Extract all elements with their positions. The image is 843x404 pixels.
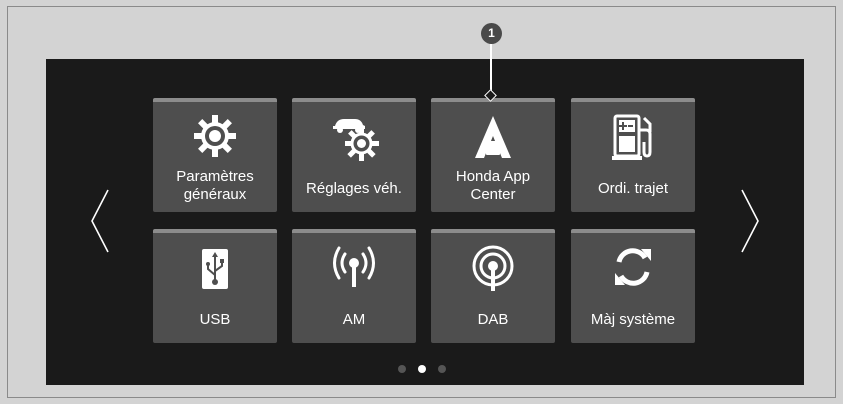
tile-parametres-generaux[interactable]: Paramètres généraux <box>153 98 277 212</box>
next-page-arrow[interactable] <box>738 188 762 254</box>
tile-label-line: Ordi. trajet <box>597 180 669 197</box>
tile-label: Honda App Center <box>433 168 553 204</box>
callout-number-badge: 1 <box>481 23 502 44</box>
previous-page-arrow[interactable] <box>88 188 112 254</box>
tile-usb[interactable]: USB <box>153 229 277 343</box>
tile-reglages-vehicule[interactable]: Réglages véh. <box>292 98 416 212</box>
tile-label-line: AM <box>342 311 366 328</box>
page-dot[interactable] <box>438 365 446 373</box>
gear-icon <box>153 114 277 158</box>
car-gear-icon <box>292 114 416 162</box>
tile-label-line: Réglages véh. <box>306 180 402 197</box>
tile-label-line: Màj système <box>590 311 676 328</box>
tile-label-line: USB <box>199 311 231 328</box>
tile-label: Paramètres généraux <box>155 168 275 204</box>
tile-label-line: Paramètres <box>176 168 254 185</box>
fuel-pump-icon <box>571 114 695 162</box>
tile-label: Màj système <box>573 311 693 329</box>
tile-am[interactable]: AM <box>292 229 416 343</box>
sync-icon <box>571 245 695 289</box>
tile-dab[interactable]: DAB <box>431 229 555 343</box>
app-center-icon <box>431 114 555 160</box>
tile-label-line: DAB <box>477 311 509 328</box>
page-dot-active[interactable] <box>418 365 426 373</box>
tile-label-line: Honda App <box>455 168 531 185</box>
tile-label-line: Center <box>470 186 516 203</box>
am-radio-icon <box>292 245 416 291</box>
tile-honda-app-center[interactable]: Honda App Center <box>431 98 555 212</box>
usb-icon <box>153 245 277 291</box>
dab-radio-icon <box>431 245 555 293</box>
tile-label: Réglages véh. <box>294 180 414 198</box>
tile-maj-systeme[interactable]: Màj système <box>571 229 695 343</box>
tile-label: DAB <box>433 311 553 329</box>
tile-ordi-trajet[interactable]: Ordi. trajet <box>571 98 695 212</box>
tile-label: Ordi. trajet <box>573 180 693 198</box>
tile-label: AM <box>294 311 414 329</box>
tile-label: USB <box>155 311 275 329</box>
tile-label-line: généraux <box>183 186 247 203</box>
page-indicator <box>398 364 446 374</box>
page-dot[interactable] <box>398 365 406 373</box>
